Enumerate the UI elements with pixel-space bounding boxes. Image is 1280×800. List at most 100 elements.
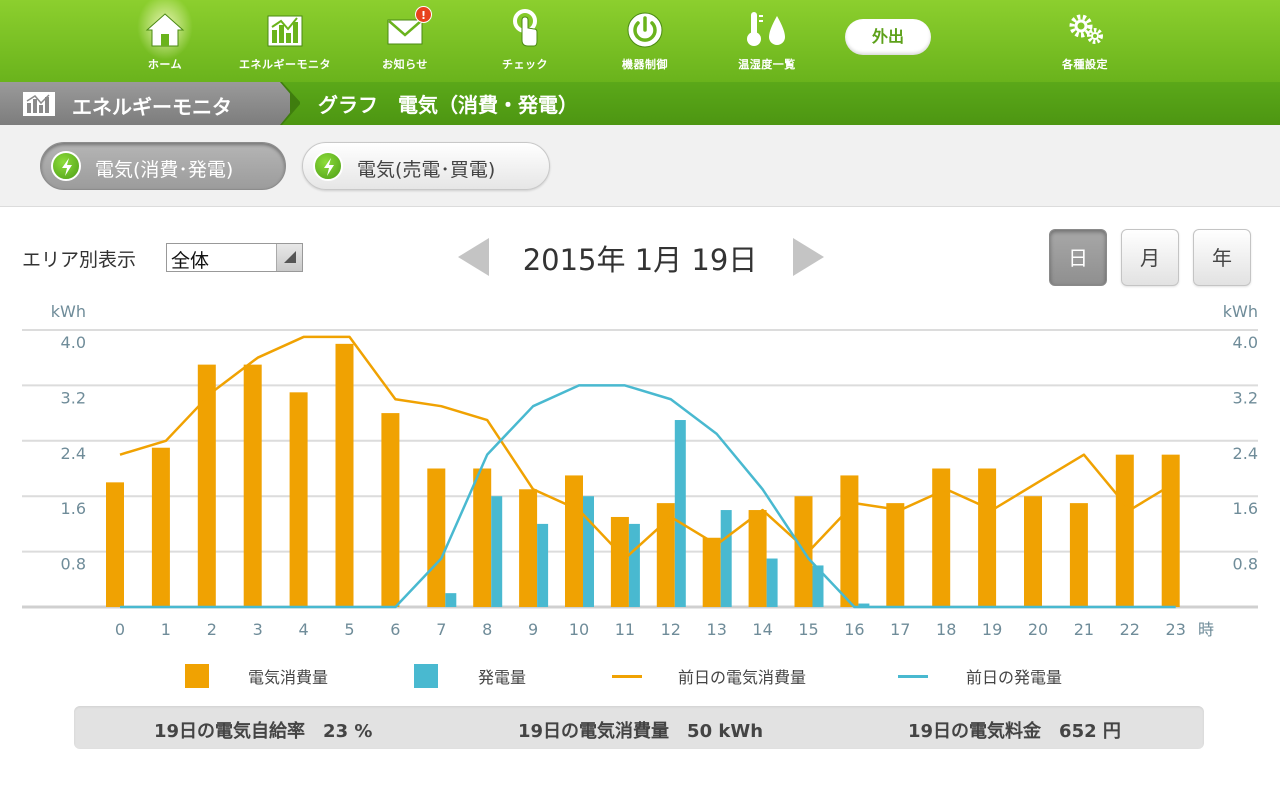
legend-label-prev-consumption: 前日の電気消費量 xyxy=(678,668,807,687)
x-tick-label: 21 xyxy=(1074,620,1094,639)
nav-energy-monitor[interactable]: エネルギーモニタ xyxy=(230,6,340,72)
y-tick-label-left: 0.8 xyxy=(61,555,86,574)
bolt-icon xyxy=(313,151,343,181)
daily-fee: 19日の電気料金 652 円 xyxy=(908,721,1121,742)
home-icon xyxy=(145,13,185,47)
consumption-bar xyxy=(197,364,216,607)
consumption-bar xyxy=(381,413,400,607)
notice-badge: ! xyxy=(415,6,432,23)
current-date: 2015年 1月 19日 xyxy=(522,243,758,277)
x-tick-label: 5 xyxy=(344,620,354,639)
x-tick-label: 7 xyxy=(436,620,446,639)
consumption-bar xyxy=(978,468,997,607)
y-tick-label-left: 4.0 xyxy=(61,333,86,352)
consumption-bar xyxy=(840,475,859,607)
period-day-button[interactable]: 日 xyxy=(1049,229,1107,286)
consumption-bar xyxy=(1161,454,1180,607)
next-date-arrow-icon[interactable] xyxy=(791,237,827,277)
x-tick-label: 4 xyxy=(299,620,309,639)
generation-bar xyxy=(628,523,640,607)
legend-label-prev-generation: 前日の発電量 xyxy=(966,668,1063,687)
legend-swatch-prev-consumption xyxy=(612,675,642,678)
consumption-bar xyxy=(1069,503,1088,607)
bolt-icon xyxy=(51,151,81,181)
nav-check[interactable]: チェック xyxy=(470,6,580,72)
generation-bar xyxy=(766,558,778,607)
prev-consumption-line xyxy=(119,335,1177,560)
breadcrumb-section[interactable]: エネルギーモニタ xyxy=(0,82,290,125)
area-select-value: 全体 xyxy=(171,250,210,272)
breadcrumb: エネルギーモニタ グラフ 電気（消費・発電） xyxy=(0,82,1280,125)
x-tick-label: 15 xyxy=(798,620,818,639)
consumption-bar xyxy=(610,516,629,607)
consumption-bar xyxy=(335,343,354,607)
tab-consumption-generation[interactable]: 電気(消費･発電) xyxy=(40,142,286,190)
legend-label-generation: 発電量 xyxy=(478,668,527,687)
go-out-button[interactable]: 外出 xyxy=(845,19,931,55)
y-axis-unit-left: kWh xyxy=(51,302,86,321)
x-tick-label: 20 xyxy=(1028,620,1048,639)
nav-home-label: ホーム xyxy=(147,58,183,71)
y-tick-label-left: 1.6 xyxy=(61,499,86,518)
period-year-button[interactable]: 年 xyxy=(1193,229,1251,286)
y-tick-label-right: 3.2 xyxy=(1233,388,1258,407)
chart-legend: 電気消費量 発電量 前日の電気消費量 前日の発電量 xyxy=(0,655,1280,695)
breadcrumb-section-label: エネルギーモニタ xyxy=(72,95,232,119)
generation-bar xyxy=(720,510,732,607)
x-tick-label: 9 xyxy=(528,620,538,639)
x-axis-unit: 時 xyxy=(1198,620,1214,639)
consumption-bar xyxy=(1024,496,1042,607)
y-tick-label-right: 0.8 xyxy=(1233,555,1258,574)
x-tick-label: 16 xyxy=(844,620,864,639)
nav-notices[interactable]: ! お知らせ xyxy=(350,6,460,72)
nav-temp-humidity[interactable]: 温湿度一覧 xyxy=(712,6,822,72)
tab-sell-buy[interactable]: 電気(売電･買電) xyxy=(302,142,550,190)
consumption-bar xyxy=(702,537,721,607)
y-tick-label-right: 4.0 xyxy=(1233,333,1258,352)
daily-consumption: 19日の電気消費量 50 kWh xyxy=(518,721,764,742)
prev-date-arrow-icon[interactable] xyxy=(456,237,492,277)
nav-settings-label: 各種設定 xyxy=(1062,58,1108,71)
tab-sell-buy-label: 電気(売電･買電) xyxy=(357,159,496,181)
x-tick-label: 3 xyxy=(253,620,263,639)
gear-icon xyxy=(1069,14,1103,44)
subtab-bar: 電気(消費･発電) 電気(売電･買電) xyxy=(0,125,1280,207)
x-tick-label: 11 xyxy=(615,620,635,639)
y-axis-unit-right: kWh xyxy=(1223,302,1258,321)
consumption-bar xyxy=(886,503,905,607)
nav-check-label: チェック xyxy=(502,58,548,71)
period-month-button[interactable]: 月 xyxy=(1121,229,1179,286)
generation-bar xyxy=(674,420,686,607)
consumption-bar xyxy=(1115,454,1134,607)
generation-bar xyxy=(491,496,503,607)
nav-device-control[interactable]: 機器制御 xyxy=(590,6,700,72)
y-tick-label-left: 2.4 xyxy=(61,444,86,463)
generation-bar xyxy=(583,496,594,607)
legend-swatch-generation xyxy=(414,664,438,688)
top-nav: ホーム エネルギーモニタ ! お知らせ チェック 機器制御 温湿度一覧 外出 各… xyxy=(0,0,1280,82)
daily-summary: 19日の電気自給率 23 % 19日の電気消費量 50 kWh 19日の電気料金… xyxy=(74,706,1204,749)
x-tick-label: 8 xyxy=(482,620,492,639)
consumption-bar xyxy=(565,475,583,607)
dropdown-arrow-icon xyxy=(276,244,302,271)
touch-check-icon xyxy=(513,9,538,47)
x-tick-label: 19 xyxy=(982,620,1002,639)
consumption-bar xyxy=(289,392,308,607)
y-tick-label-left: 3.2 xyxy=(61,388,86,407)
x-tick-label: 0 xyxy=(115,620,125,639)
nav-settings[interactable]: 各種設定 xyxy=(1030,6,1140,72)
x-tick-label: 13 xyxy=(707,620,727,639)
generation-bar xyxy=(537,523,549,607)
x-tick-label: 10 xyxy=(569,620,589,639)
consumption-bar xyxy=(473,468,492,607)
area-select[interactable]: 全体 xyxy=(166,243,303,272)
nav-home[interactable]: ホーム xyxy=(110,6,220,72)
x-tick-label: 22 xyxy=(1120,620,1140,639)
consumption-bar xyxy=(243,364,262,607)
x-tick-label: 18 xyxy=(936,620,956,639)
legend-label-consumption: 電気消費量 xyxy=(248,668,329,687)
page-title: グラフ 電気（消費・発電） xyxy=(318,93,578,117)
nav-temp-humidity-label: 温湿度一覧 xyxy=(738,58,796,71)
generation-bar xyxy=(445,593,457,607)
power-icon xyxy=(627,12,663,48)
